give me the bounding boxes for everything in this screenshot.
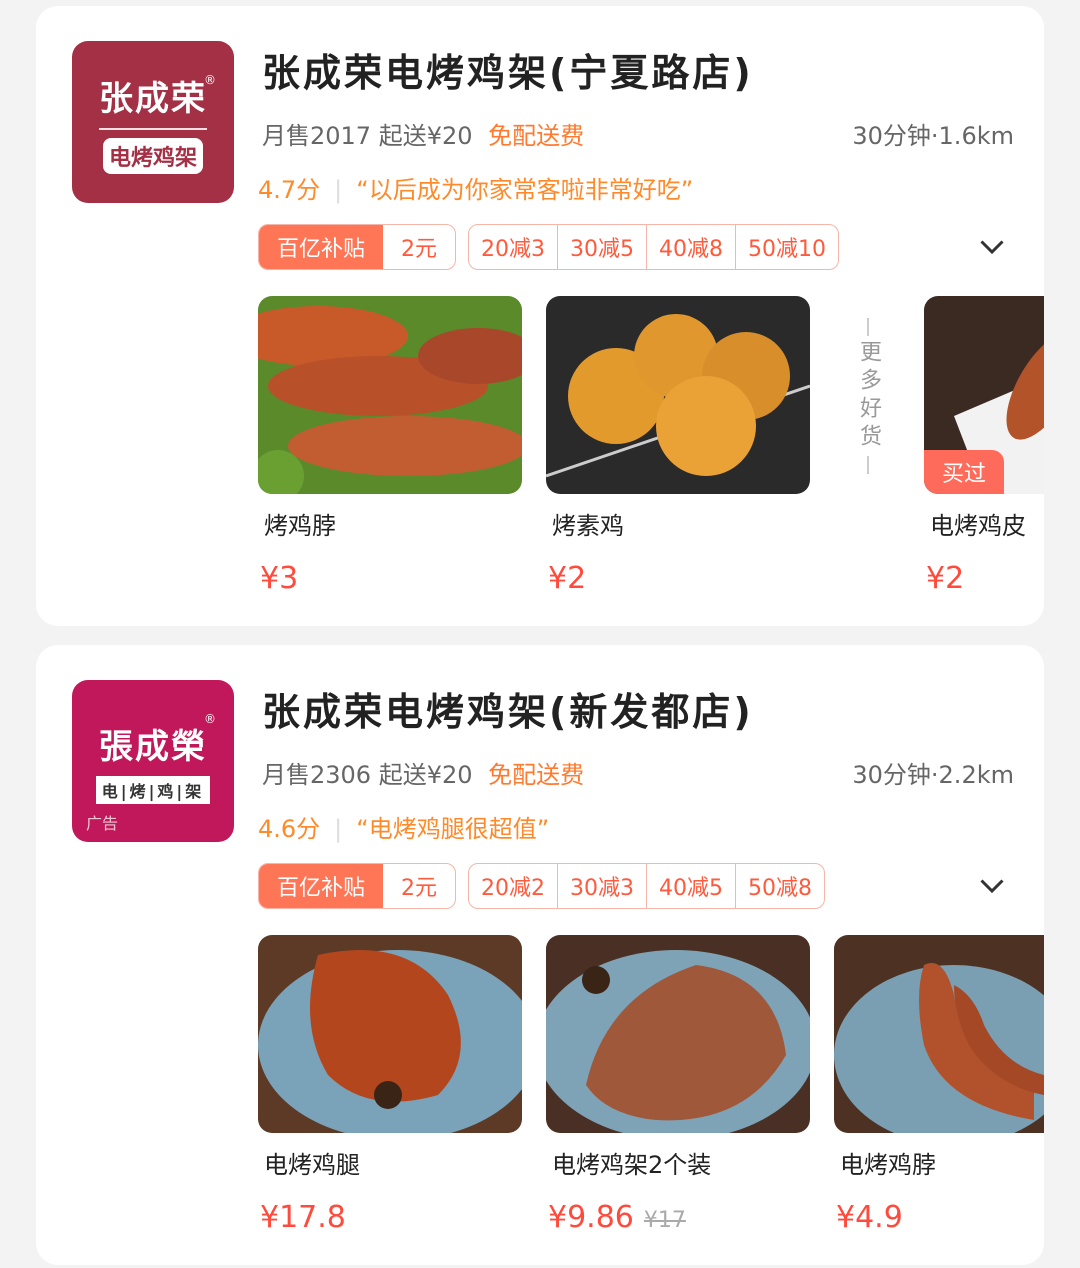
product-item[interactable]: 电烤鸡脖 ¥4.9 <box>834 935 1044 1235</box>
subsidy-tag[interactable]: 百亿补贴 2元 <box>258 863 457 909</box>
rating-score: 4.6分 <box>258 815 321 843</box>
product-image[interactable] <box>258 935 522 1133</box>
product-image[interactable] <box>834 935 1044 1133</box>
free-delivery: 免配送费 <box>488 761 585 789</box>
discount-tag: 40减5 <box>646 864 735 908</box>
rating-score: 4.7分 <box>258 176 321 204</box>
delivery-distance: 30分钟·2.2km <box>852 761 1014 789</box>
review-quote: “电烤鸡腿很超值” <box>356 815 550 843</box>
divider: | <box>334 176 343 204</box>
store-title[interactable]: 张成荣电烤鸡架(宁夏路店) <box>262 42 754 97</box>
min-order: 起送¥20 <box>378 122 473 150</box>
product-name: 电烤鸡皮 <box>930 512 1026 540</box>
subsidy-tag[interactable]: 百亿补贴 2元 <box>258 224 457 270</box>
subsidy-amount: 2元 <box>401 237 438 262</box>
product-item[interactable]: 烤素鸡 ¥2 <box>546 296 810 596</box>
chevron-down-icon[interactable] <box>974 867 1010 903</box>
registered-mark: ® <box>204 73 216 87</box>
registered-mark: ® <box>204 712 216 726</box>
promo-tags[interactable]: 百亿补贴 2元 20减3 30减5 40减8 50减10 <box>258 224 840 270</box>
more-goods-link[interactable]: 更多好货 <box>844 296 892 496</box>
ad-label: 广告 <box>86 814 119 833</box>
divider <box>867 318 869 336</box>
chevron-down-icon[interactable] <box>974 228 1010 264</box>
product-list[interactable]: 烤鸡脖 ¥3 烤素鸡 ¥2 更多好货 买过 电烤鸡皮 ¥2 <box>258 296 1044 616</box>
product-item[interactable]: 烤鸡脖 ¥3 <box>258 296 522 596</box>
product-list[interactable]: 电烤鸡腿 ¥17.8 电烤鸡架2个装 ¥9.86 ¥17 电烤鸡脖 ¥4.9 <box>258 935 1044 1255</box>
product-price: ¥3 <box>260 561 299 596</box>
discount-tag: 30减5 <box>557 225 646 269</box>
logo-subtitle: 电烤鸡架 <box>102 137 203 174</box>
discount-tag: 20减2 <box>481 876 546 901</box>
product-image[interactable] <box>546 935 810 1133</box>
product-price: ¥2 <box>548 561 587 596</box>
discount-tag: 50减10 <box>735 225 838 269</box>
store-card[interactable]: ® 張成榮 电|烤|鸡|架 广告 张成荣电烤鸡架(新发都店) 月售2306 起送… <box>36 645 1044 1265</box>
store-meta: 月售2306 起送¥20 免配送费 <box>262 755 584 790</box>
product-price: ¥4.9 <box>836 1200 903 1235</box>
min-order: 起送¥20 <box>378 761 473 789</box>
original-price: ¥17 <box>643 1208 686 1233</box>
rating-row: 4.7分 | “以后成为你家常客啦非常好吃” <box>258 170 693 205</box>
store-card[interactable]: ® 张成荣 电烤鸡架 张成荣电烤鸡架(宁夏路店) 月售2017 起送¥20 免配… <box>36 6 1044 626</box>
product-price: ¥9.86 ¥17 <box>546 1200 810 1235</box>
monthly-sales: 月售2306 <box>262 761 372 789</box>
monthly-sales: 月售2017 <box>262 122 372 150</box>
product-item[interactable]: 买过 电烤鸡皮 ¥2 <box>924 296 1044 596</box>
free-delivery: 免配送费 <box>488 122 585 150</box>
discount-tags[interactable]: 20减3 30减5 40减8 50减10 <box>468 224 840 270</box>
product-image[interactable]: 买过 <box>924 296 1044 494</box>
divider <box>867 456 869 474</box>
subsidy-amount: 2元 <box>401 876 438 901</box>
bought-badge: 买过 <box>924 450 1005 494</box>
discount-tag: 40减8 <box>646 225 735 269</box>
product-image[interactable] <box>258 296 522 494</box>
subsidy-label: 百亿补贴 <box>259 225 384 269</box>
store-meta: 月售2017 起送¥20 免配送费 <box>262 116 584 151</box>
subsidy-label: 百亿补贴 <box>259 864 384 908</box>
promo-tags[interactable]: 百亿补贴 2元 20减2 30减3 40减5 50减8 <box>258 863 826 909</box>
current-price: ¥9.86 <box>548 1200 634 1235</box>
logo-brand: 張成榮 <box>99 726 207 767</box>
product-price: ¥17.8 <box>260 1200 346 1235</box>
product-item[interactable]: 电烤鸡腿 ¥17.8 <box>258 935 522 1235</box>
delivery-distance: 30分钟·1.6km <box>852 122 1014 150</box>
discount-tags[interactable]: 20减2 30减3 40减5 50减8 <box>468 863 826 909</box>
store-logo: ® 张成荣 电烤鸡架 <box>72 41 234 203</box>
product-item[interactable]: 电烤鸡架2个装 ¥9.86 ¥17 <box>546 935 810 1235</box>
review-quote: “以后成为你家常客啦非常好吃” <box>356 176 694 204</box>
logo-subtitle: 电|烤|鸡|架 <box>95 775 211 804</box>
discount-tag: 20减3 <box>481 237 546 262</box>
store-logo: ® 張成榮 电|烤|鸡|架 广告 <box>72 680 234 842</box>
rating-row: 4.6分 | “电烤鸡腿很超值” <box>258 809 549 844</box>
product-image[interactable] <box>546 296 810 494</box>
more-goods-label: 更多好货 <box>856 340 881 452</box>
product-name: 电烤鸡脖 <box>840 1151 936 1179</box>
product-name: 电烤鸡架2个装 <box>552 1151 712 1179</box>
product-name: 电烤鸡腿 <box>264 1151 360 1179</box>
discount-tag: 30减3 <box>557 864 646 908</box>
logo-brand: 张成荣 <box>99 71 207 130</box>
discount-tag: 50减8 <box>735 864 824 908</box>
product-name: 烤鸡脖 <box>264 512 336 540</box>
product-price: ¥2 <box>926 561 965 596</box>
store-title[interactable]: 张成荣电烤鸡架(新发都店) <box>262 681 754 736</box>
divider: | <box>334 815 343 843</box>
product-name: 烤素鸡 <box>552 512 624 540</box>
